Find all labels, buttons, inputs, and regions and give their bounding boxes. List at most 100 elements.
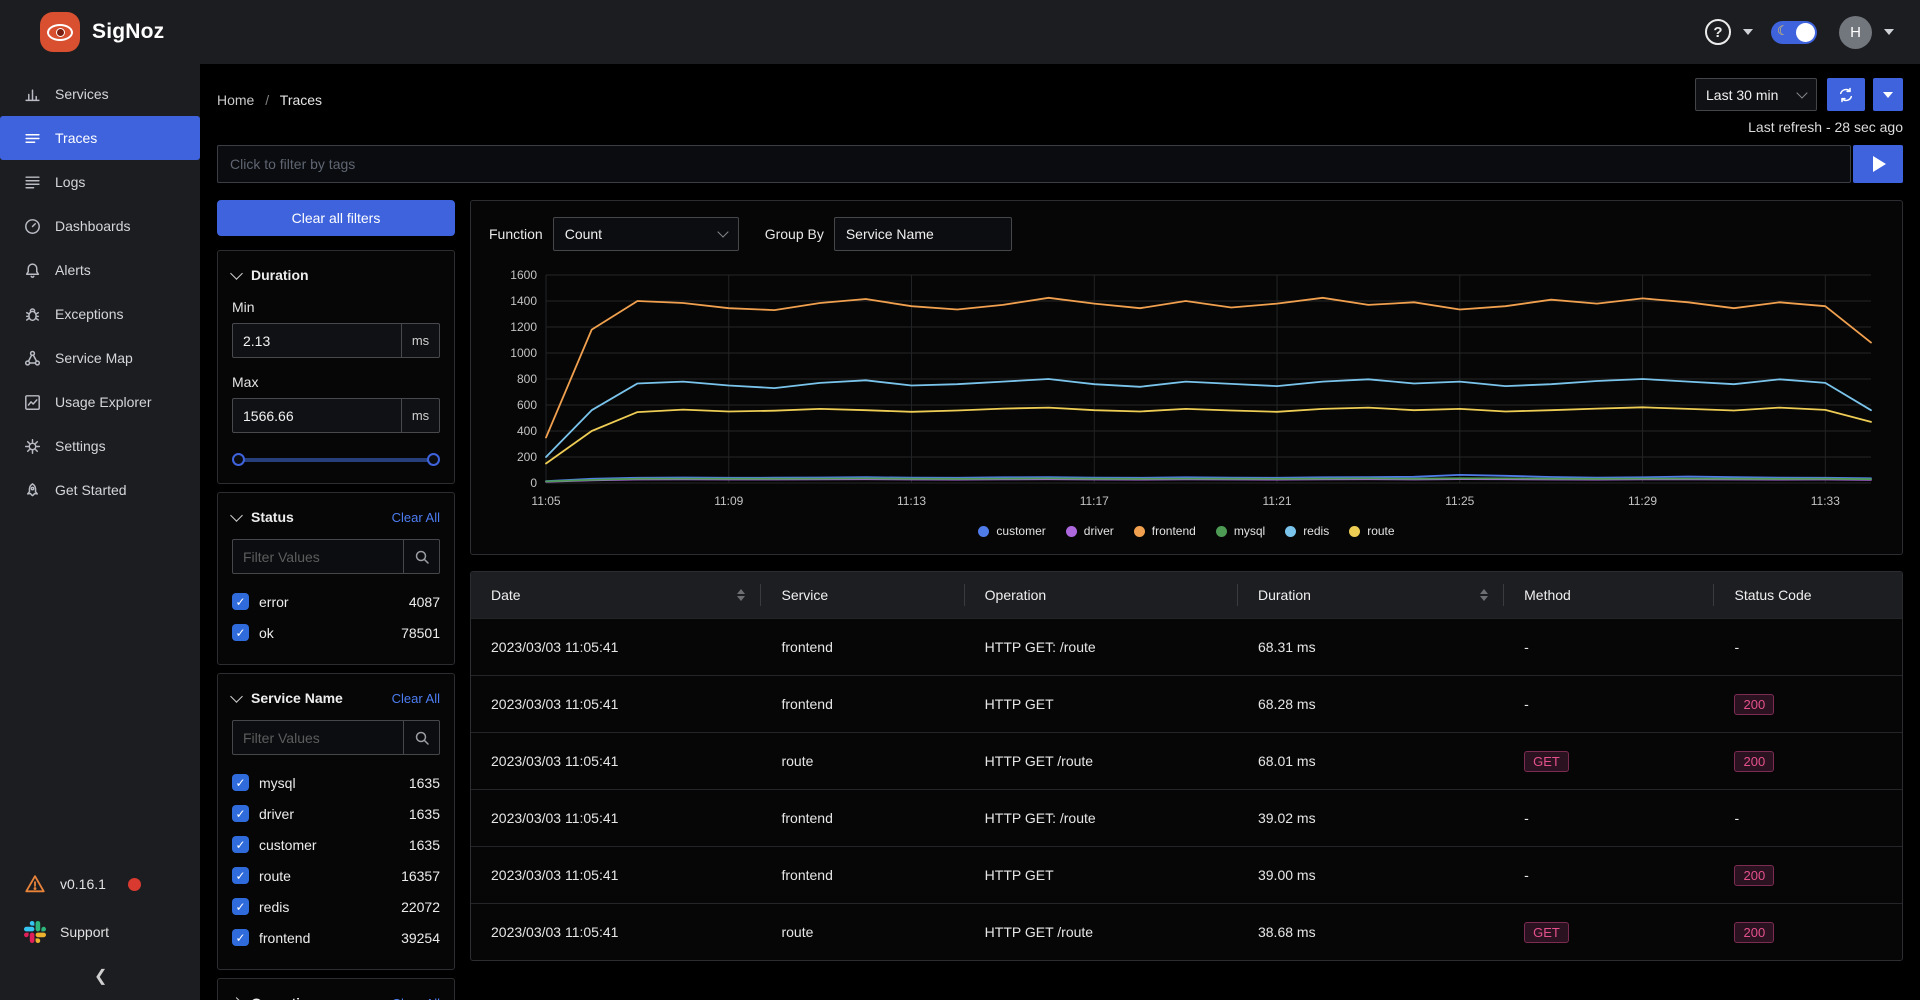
sidebar-item-traces[interactable]: Traces bbox=[0, 116, 200, 160]
sort-icon[interactable] bbox=[1480, 589, 1489, 601]
operation-clear-all-link[interactable]: Clear All bbox=[392, 996, 440, 1000]
legend-label: driver bbox=[1083, 524, 1114, 538]
sidebar-item-exceptions[interactable]: Exceptions bbox=[0, 292, 200, 336]
legend-item-driver[interactable]: driver bbox=[1065, 524, 1114, 538]
refresh-options-button[interactable] bbox=[1873, 78, 1903, 111]
svg-text:11:05: 11:05 bbox=[531, 494, 560, 508]
topbar-actions: ? ☾ H bbox=[1705, 15, 1894, 49]
duration-slider[interactable] bbox=[232, 453, 440, 467]
table-row[interactable]: 2023/03/03 11:05:41 frontend HTTP GET 68.28… bbox=[471, 675, 1902, 732]
filter-option-label[interactable]: redis bbox=[259, 899, 289, 915]
chevron-down-icon[interactable] bbox=[230, 508, 243, 522]
network-icon bbox=[24, 350, 41, 367]
redis-checkbox[interactable]: ✓ bbox=[232, 898, 249, 915]
cell-method-badge: GET bbox=[1524, 921, 1569, 943]
sidebar-item-dashboards[interactable]: Dashboards bbox=[0, 204, 200, 248]
legend-label: frontend bbox=[1151, 524, 1196, 538]
max-unit: ms bbox=[401, 399, 439, 432]
duration-max-input[interactable] bbox=[233, 399, 401, 432]
svg-text:11:25: 11:25 bbox=[1445, 494, 1474, 508]
table-row[interactable]: 2023/03/03 11:05:41 frontend HTTP GET: /ro… bbox=[471, 789, 1902, 846]
filter-option-label[interactable]: frontend bbox=[259, 930, 310, 946]
support-row[interactable]: Support bbox=[24, 908, 200, 956]
cell-date: 2023/03/03 11:05:41 bbox=[491, 924, 619, 940]
legend-item-redis[interactable]: redis bbox=[1285, 524, 1329, 538]
cell-status-code: 200 bbox=[1714, 733, 1901, 789]
filter-option-label[interactable]: error bbox=[259, 594, 289, 610]
service-name-filter-input[interactable] bbox=[233, 721, 403, 754]
help-caret-icon[interactable] bbox=[1743, 29, 1753, 35]
error-checkbox[interactable]: ✓ bbox=[232, 593, 249, 610]
mysql-checkbox[interactable]: ✓ bbox=[232, 774, 249, 791]
slack-icon bbox=[24, 921, 46, 943]
search-icon[interactable] bbox=[403, 721, 439, 754]
sidebar-item-settings[interactable]: Settings bbox=[0, 424, 200, 468]
sidebar-item-usage-explorer[interactable]: Usage Explorer bbox=[0, 380, 200, 424]
sort-icon[interactable] bbox=[737, 589, 746, 601]
brand-name: SigNoz bbox=[92, 20, 165, 43]
chevron-down-icon[interactable] bbox=[230, 266, 243, 280]
table-row[interactable]: 2023/03/03 11:05:41 frontend HTTP GET: /ro… bbox=[471, 618, 1902, 675]
bar-chart-icon bbox=[24, 86, 41, 103]
sidebar-item-logs[interactable]: Logs bbox=[0, 160, 200, 204]
slider-handle-max[interactable] bbox=[427, 453, 440, 466]
sidebar-item-alerts[interactable]: Alerts bbox=[0, 248, 200, 292]
ok-checkbox[interactable]: ✓ bbox=[232, 624, 249, 641]
table-row[interactable]: 2023/03/03 11:05:41 route HTTP GET /route 3… bbox=[471, 903, 1902, 960]
filter-option-label[interactable]: mysql bbox=[259, 775, 296, 791]
version-row[interactable]: v0.16.1 bbox=[24, 860, 200, 908]
customer-checkbox[interactable]: ✓ bbox=[232, 836, 249, 853]
legend-item-frontend[interactable]: frontend bbox=[1133, 524, 1196, 538]
column-header-operation: Operation bbox=[965, 572, 1239, 618]
legend-label: customer bbox=[996, 524, 1046, 538]
filter-option-label[interactable]: driver bbox=[259, 806, 294, 822]
cell-date: 2023/03/03 11:05:41 bbox=[491, 867, 619, 883]
caret-down-icon bbox=[1883, 91, 1893, 98]
legend-dot bbox=[1065, 525, 1077, 537]
column-header-date[interactable]: Date bbox=[471, 572, 762, 618]
time-range-select[interactable]: Last 30 min bbox=[1695, 78, 1817, 111]
service-name-clear-all-link[interactable]: Clear All bbox=[392, 691, 440, 706]
chevron-right-icon[interactable] bbox=[230, 996, 243, 1000]
sidebar-item-get-started[interactable]: Get Started bbox=[0, 468, 200, 512]
sidebar-item-services[interactable]: Services bbox=[0, 72, 200, 116]
tag-filter-input[interactable] bbox=[217, 145, 1851, 183]
chevron-down-icon[interactable] bbox=[230, 689, 243, 703]
legend-item-mysql[interactable]: mysql bbox=[1215, 524, 1265, 538]
duration-title: Duration bbox=[251, 267, 309, 283]
sidebar-item-service-map[interactable]: Service Map bbox=[0, 336, 200, 380]
filter-option-label[interactable]: ok bbox=[259, 625, 274, 641]
column-header-duration[interactable]: Duration bbox=[1238, 572, 1505, 618]
clear-all-filters-button[interactable]: Clear all filters bbox=[217, 200, 455, 236]
status-clear-all-link[interactable]: Clear All bbox=[392, 510, 440, 525]
refresh-button[interactable] bbox=[1827, 78, 1865, 111]
app-root: SigNoz ? ☾ H Services Traces Logs Dashboard… bbox=[0, 0, 1920, 1000]
dark-mode-toggle[interactable]: ☾ bbox=[1771, 20, 1817, 44]
driver-checkbox[interactable]: ✓ bbox=[232, 805, 249, 822]
min-label: Min bbox=[232, 299, 255, 315]
legend-item-route[interactable]: route bbox=[1349, 524, 1395, 538]
group-by-select[interactable]: Service Name bbox=[833, 217, 1012, 251]
search-icon[interactable] bbox=[403, 540, 439, 573]
cell-date: 2023/03/03 11:05:41 bbox=[491, 753, 619, 769]
sidebar-collapse-icon[interactable]: ❮ bbox=[24, 956, 200, 986]
bell-icon bbox=[24, 262, 41, 279]
table-row[interactable]: 2023/03/03 11:05:41 frontend HTTP GET 39.00… bbox=[471, 846, 1902, 903]
function-select[interactable]: Count bbox=[552, 217, 739, 251]
user-menu-caret-icon[interactable] bbox=[1884, 29, 1894, 35]
help-icon[interactable]: ? bbox=[1705, 19, 1731, 45]
legend-item-customer[interactable]: customer bbox=[978, 524, 1046, 538]
duration-min-input[interactable] bbox=[233, 324, 401, 357]
route-checkbox[interactable]: ✓ bbox=[232, 867, 249, 884]
breadcrumb: Home / Traces bbox=[217, 92, 322, 135]
svg-text:11:17: 11:17 bbox=[1080, 494, 1109, 508]
table-row[interactable]: 2023/03/03 11:05:41 route HTTP GET /route 6… bbox=[471, 732, 1902, 789]
breadcrumb-home[interactable]: Home bbox=[217, 92, 254, 108]
slider-handle-min[interactable] bbox=[232, 453, 245, 466]
avatar[interactable]: H bbox=[1839, 15, 1872, 49]
status-filter-input[interactable] bbox=[233, 540, 403, 573]
filter-option-label[interactable]: customer bbox=[259, 837, 317, 853]
frontend-checkbox[interactable]: ✓ bbox=[232, 929, 249, 946]
run-filter-button[interactable] bbox=[1853, 145, 1903, 183]
filter-option-label[interactable]: route bbox=[259, 868, 291, 884]
